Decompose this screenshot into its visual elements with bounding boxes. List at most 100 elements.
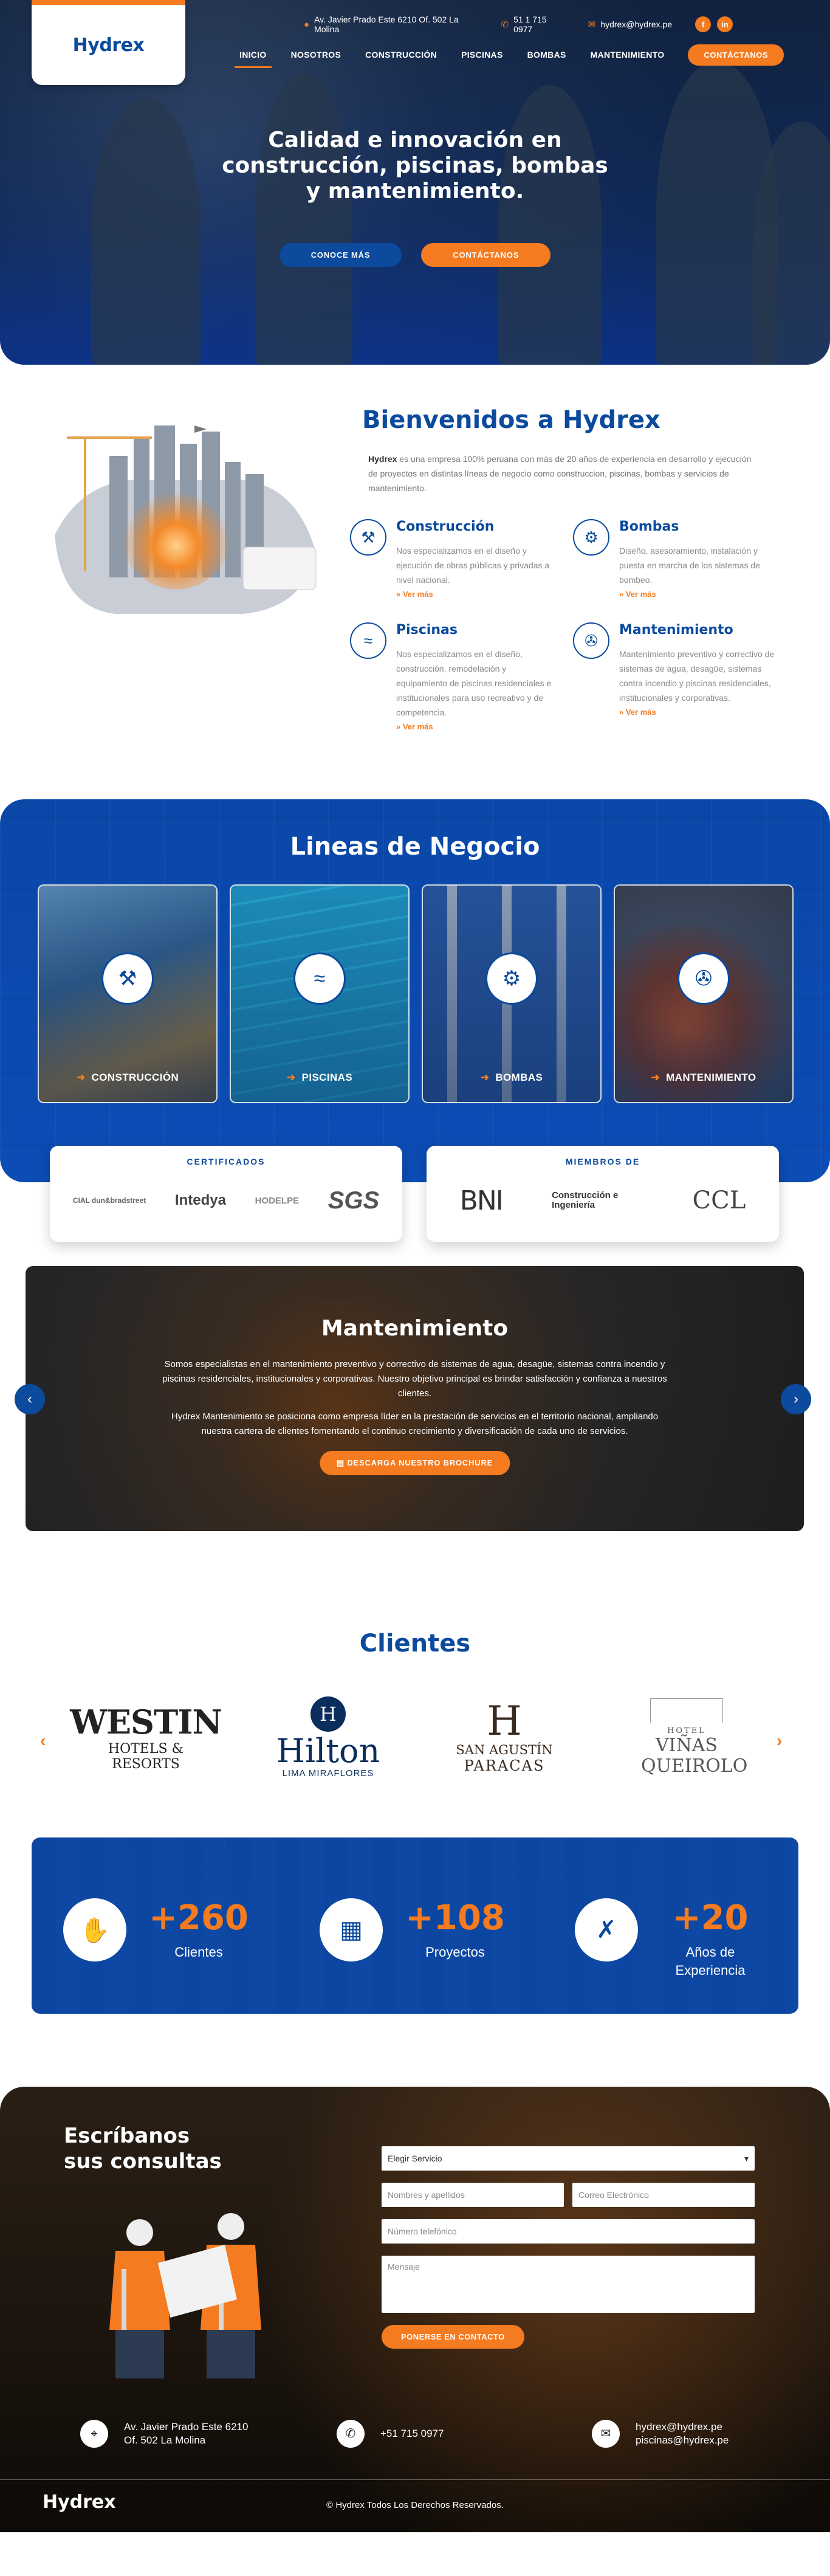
welcome-desc-text: es una empresa 100% peruana con más de 2… [368,454,752,493]
nav-item-piscinas[interactable]: PISCINAS [449,44,515,66]
welcome-title: Bienvenidos a Hydrex [362,406,660,434]
arrow-right-icon: ➜ [651,1072,660,1083]
service-text-body: Diseño, asesoramiento, instalación y pue… [619,546,760,585]
stat-number: +260 [149,1898,249,1938]
logo[interactable]: Hydrex [32,0,185,85]
service-title: Piscinas [396,622,458,638]
linea-card-piscinas[interactable]: ≈ ➜ PISCINAS [230,884,410,1103]
sgs-logo: SGS [328,1186,380,1214]
message-field[interactable]: Mensaje [382,2256,755,2313]
linkedin-icon[interactable]: in [717,16,733,32]
ver-mas-link[interactable]: » Ver más [619,705,777,720]
contact-title: Escríbanos sus consultas [64,2123,222,2174]
stat-number: +108 [405,1898,505,1938]
pool-icon: ≈ [293,952,346,1005]
welcome-brand-word: Hydrex [368,454,397,464]
construction-icon: ⚒ [350,519,386,556]
linea-card-mantenimiento[interactable]: ✇ ➜ MANTENIMIENTO [614,884,794,1103]
submit-contact-button[interactable]: PONERSE EN CONTACTO [382,2325,524,2349]
stat-experiencia: ✗ +20 Años de Experiencia [543,1868,786,1989]
download-brochure-button[interactable]: ▤ DESCARGA NUESTRO BROCHURE [319,1451,510,1475]
topbar-address-text: Av. Javier Prado Este 6210 Of. 502 La Mo… [314,15,459,34]
service-select-value: Elegir Servicio [388,2154,442,2163]
mail-icon: ✉ [588,19,596,30]
topbar-phone[interactable]: ✆ 51 1 715 0977 [501,15,564,34]
contact-address: ⌖ Av. Javier Prado Este 6210 Of. 502 La … [80,2420,248,2448]
slide: Mantenimiento Somos especialistas en el … [26,1266,804,1531]
intedya-logo: Intedya [174,1192,226,1208]
linea-card-label-text: CONSTRUCCIÓN [91,1072,179,1083]
email-field[interactable]: Correo Electrónico [572,2183,755,2207]
stat-number: +20 [672,1898,749,1938]
pool-icon: ≈ [350,622,386,659]
service-text: Diseño, asesoramiento, instalación y pue… [619,543,777,602]
arrow-right-icon: ➜ [480,1072,490,1083]
slide-title: Mantenimiento [321,1316,509,1341]
slider-next-button[interactable]: › [781,1384,811,1414]
construction-icon: ⚒ [101,952,154,1005]
miembros-box: MIEMBROS DE BNI Construcción e Ingenierí… [427,1146,779,1242]
ver-mas-link[interactable]: » Ver más [396,720,554,734]
nav-item-construccion[interactable]: CONSTRUCCIÓN [353,44,449,66]
service-title: Bombas [619,519,679,534]
linea-card-label: ➜ MANTENIMIENTO [615,1072,792,1084]
topbar: ● Av. Javier Prado Este 6210 Of. 502 La … [304,15,794,34]
client-logo-line1: SAN AGUSTÍN [456,1743,553,1757]
phone-field[interactable]: Número telefónico [382,2219,755,2244]
client-logo-line1: WESTIN [70,1703,222,1741]
location-pin-icon: ⌖ [80,2420,108,2448]
slide-paragraph-2: Hydrex Mantenimiento se posiciona como e… [171,1411,659,1436]
contact-phone-text: +51 715 0977 [380,2428,444,2439]
stats-box: ✋ +260 Clientes ▦ +108 Proyectos ✗ +20 A… [32,1837,798,2014]
client-logo-hilton: H Hilton LIMA MIRAFLORES [255,1686,401,1789]
slider-prev-button[interactable]: ‹ [15,1384,45,1414]
certificados-title: CERTIFICADOS [187,1157,266,1166]
download-brochure-label: DESCARGA NUESTRO BROCHURE [347,1458,493,1467]
stats-section: ✋ +260 Clientes ▦ +108 Proyectos ✗ +20 A… [0,1837,830,2087]
certificados-box: CERTIFICADOS CIAL dun&bradstreet Intedya… [50,1146,402,1242]
name-field[interactable]: Nombres y apellidos [382,2183,564,2207]
topbar-email[interactable]: ✉ hydrex@hydrex.pe [588,19,672,30]
clientes-section: Clientes ‹ WESTIN HOTELS & RESORTS H Hil… [0,1594,830,1837]
linea-card-label: ➜ BOMBAS [423,1072,600,1084]
nav-item-bombas[interactable]: BOMBAS [515,44,578,66]
main-nav: INICIO NOSOTROS CONSTRUCCIÓN PISCINAS BO… [227,44,784,68]
nav-item-inicio[interactable]: INICIO [227,44,279,68]
linea-card-construccion[interactable]: ⚒ ➜ CONSTRUCCIÓN [38,884,218,1103]
topbar-phone-text: 51 1 715 0977 [513,15,547,34]
phone-icon: ✆ [501,19,509,30]
linea-card-bombas[interactable]: ⚙ ➜ BOMBAS [422,884,602,1103]
tools-icon: ✗ [575,1898,638,1961]
clientes-prev-arrow[interactable]: ‹ [40,1731,46,1751]
service-select[interactable]: Elegir Servicio ▾ [382,2146,755,2171]
pump-icon: ⚙ [485,952,538,1005]
handshake-icon: ✋ [63,1898,126,1961]
email-line1[interactable]: hydrex@hydrex.pe [636,2420,729,2434]
contact-address-text: Av. Javier Prado Este 6210 Of. 502 La Mo… [124,2420,248,2447]
nav-item-mantenimiento[interactable]: MANTENIMIENTO [578,44,677,66]
blueprint-icon: ▦ [320,1898,383,1961]
ver-mas-link[interactable]: » Ver más [619,587,777,602]
welcome-section: Bienvenidos a Hydrex Hydrex es una empre… [0,365,830,799]
footer-divider [0,2479,830,2480]
nav-contact-button[interactable]: CONTÁCTANOS [688,44,784,66]
cial-logo: CIAL dun&bradstreet [72,1196,146,1205]
topbar-address: ● Av. Javier Prado Este 6210 Of. 502 La … [304,15,478,34]
email-line2[interactable]: piscinas@hydrex.pe [636,2434,729,2447]
miembros-logos: BNI Construcción e Ingeniería CCL [435,1179,770,1222]
bni-logo: BNI [459,1185,504,1216]
clientes-title: Clientes [359,1630,471,1658]
hero-contact-button[interactable]: CONTÁCTANOS [421,243,551,267]
conoce-mas-button[interactable]: CONOCE MÁS [279,243,402,267]
location-pin-icon: ● [304,19,310,30]
city-hand-illustration [55,425,317,614]
nav-item-nosotros[interactable]: NOSOTROS [279,44,354,66]
clientes-next-arrow[interactable]: › [777,1731,782,1751]
ver-mas-link[interactable]: » Ver más [396,587,554,602]
slide-paragraph-1: Somos especialistas en el mantenimiento … [162,1359,667,1399]
linea-card-label-text: MANTENIMIENTO [666,1072,756,1083]
facebook-icon[interactable]: f [695,16,711,32]
contact-section: Escríbanos sus consultas Elegir Servicio… [0,2087,830,2532]
contact-phone[interactable]: ✆ +51 715 0977 [337,2420,444,2448]
hero-title: Calidad e innovación en construcción, pi… [0,128,830,204]
